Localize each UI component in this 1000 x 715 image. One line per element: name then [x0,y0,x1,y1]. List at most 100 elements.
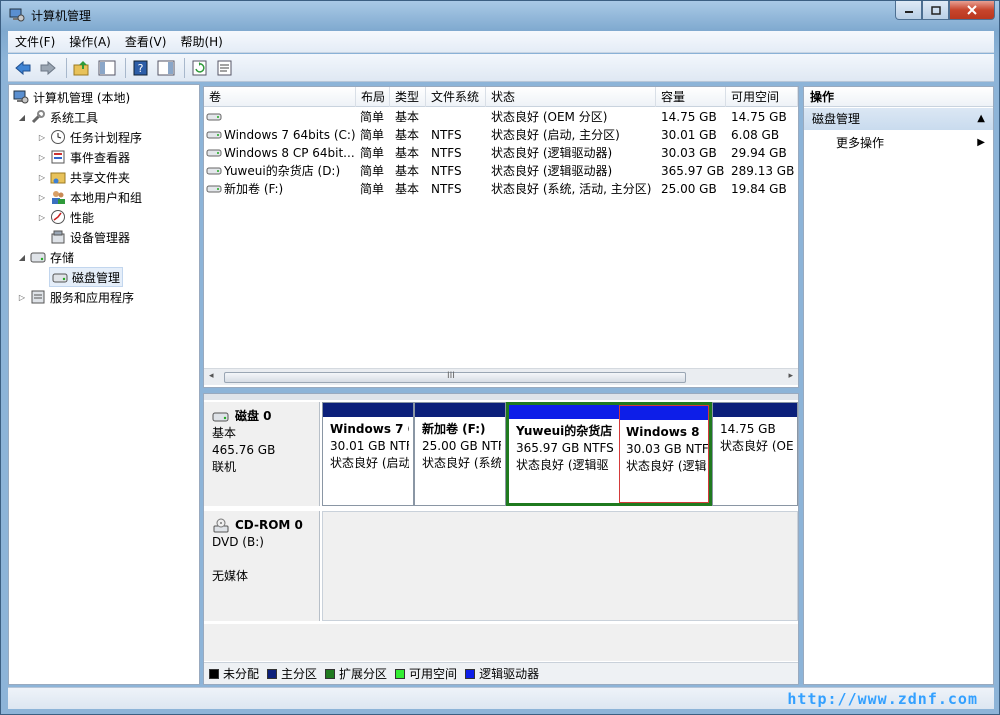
column-header-capacity[interactable]: 容量 [656,87,726,107]
tree-item-event-viewer[interactable]: ▷ 事件查看器 [37,147,130,167]
partition-f[interactable]: 新加卷 (F:) 25.00 GB NTFS 状态良好 (系统 [414,402,506,506]
table-row[interactable]: Yuweui的杂货店 (D:) 简单 基本 NTFS 状态良好 (逻辑驱动器) 365.9… [204,162,798,180]
menu-file[interactable]: 文件(F) [8,31,62,53]
legend-swatch [325,668,336,679]
toolbar: ? [8,54,994,82]
minimize-button[interactable] [895,1,922,20]
actions-header: 操作 [804,87,993,107]
column-header-status[interactable]: 状态 [486,87,656,107]
back-button[interactable] [12,57,34,79]
partition-size: 30.01 GB NTFS [330,439,409,453]
tree-item-services-apps[interactable]: ▷ 服务和应用程序 [17,287,134,307]
properties-button[interactable] [214,57,236,79]
table-cell: 14.75 GB [661,110,717,124]
volume-list-header: 卷 布局 类型 文件系统 状态 容量 可用空间 [204,87,798,107]
cdrom0-media-area[interactable] [322,511,798,621]
volume-icon [206,113,222,121]
collapse-up-icon[interactable]: ▲ [977,108,985,130]
table-cell: 简单 [360,164,385,178]
help-button[interactable]: ? [130,57,152,79]
menu-action[interactable]: 操作(A) [62,31,118,53]
tree-label: 共享文件夹 [70,170,131,185]
legend-swatch [395,668,406,679]
collapsed-arrow-icon[interactable]: ▷ [37,132,47,142]
tree-label: 性能 [70,210,95,225]
column-header-filesystem[interactable]: 文件系统 [426,87,486,107]
table-cell: 状态良好 (启动, 主分区) [491,128,620,142]
collapsed-arrow-icon[interactable]: ▷ [37,172,47,182]
collapsed-arrow-icon[interactable]: ▷ [37,212,47,222]
collapsed-arrow-icon[interactable]: ▷ [37,192,47,202]
tree-item-device-manager[interactable]: 设备管理器 [50,227,130,247]
properties-icon [217,60,232,75]
expanded-arrow-icon[interactable]: ◢ [17,252,27,262]
toolbar-separator [66,57,67,78]
refresh-button[interactable] [189,57,211,79]
column-header-volume[interactable]: 卷 [204,87,356,107]
menu-help[interactable]: 帮助(H) [173,31,229,53]
table-cell: 14.75 GB [731,110,787,124]
tree-item-shared-folders[interactable]: ▷ 共享文件夹 [37,167,130,187]
close-button[interactable] [949,1,995,20]
extended-partition: Yuweui的杂货店 365.97 GB NTFS 状态良好 (逻辑驱 Wind… [506,402,712,506]
partition-windows8[interactable]: Windows 8 30.03 GB NTFS 状态良好 (逻辑 [619,405,709,503]
tree-item-disk-management[interactable]: 磁盘管理 [49,267,124,287]
tree-label: 设备管理器 [70,230,131,245]
tree-root[interactable]: 计算机管理 (本地) [13,87,130,107]
users-icon [52,191,65,204]
table-cell [224,108,356,126]
scrollbar-thumb[interactable]: III [224,371,686,383]
tree-item-task-scheduler[interactable]: ▷ 任务计划程序 [37,127,142,147]
tools-icon [31,110,45,124]
column-header-free-space[interactable]: 可用空间 [726,87,798,107]
column-header-type[interactable]: 类型 [390,87,426,107]
partition-status: 状态良好 (启动 [330,456,409,470]
device-manager-icon [51,230,65,244]
partition-c[interactable]: Windows 7 6 30.01 GB NTFS 状态良好 (启动 [322,402,414,506]
disk0-info[interactable]: 磁盘 0 基本 465.76 GB 联机 [204,402,320,506]
cdrom0-info[interactable]: CD-ROM 0 DVD (B:) 无媒体 [204,511,320,621]
up-one-level-button[interactable] [71,57,93,79]
title-bar[interactable]: 计算机管理 [1,1,1000,29]
menu-view[interactable]: 查看(V) [118,31,174,53]
show-hide-tree-button[interactable] [96,57,118,79]
scroll-left-icon[interactable]: ◂ [209,371,214,381]
table-row[interactable]: 新加卷 (F:) 简单 基本 NTFS 状态良好 (系统, 活动, 主分区) 25.00 … [204,180,798,198]
legend-primary: 主分区 [267,665,317,682]
tree-item-storage[interactable]: ◢ 存储 [17,247,74,267]
table-cell: 简单 [360,110,385,124]
disk-map-empty-area [204,624,798,661]
more-actions-item[interactable]: 更多操作 ▶ [804,133,993,153]
maximize-button[interactable] [922,1,949,20]
tree-item-performance[interactable]: ▷ 性能 [37,207,94,227]
table-row[interactable]: Windows 8 CP 64bit... 简单 基本 NTFS 状态良好 (逻辑驱动器… [204,144,798,162]
show-hide-action-pane-button[interactable] [155,57,177,79]
svg-text:?: ? [138,62,144,75]
horizontal-scrollbar[interactable]: ◂ III ▸ [204,368,798,385]
table-cell: 状态良好 (系统, 活动, 主分区) [491,182,652,196]
expanded-arrow-icon[interactable]: ◢ [17,112,27,122]
window-title: 计算机管理 [31,9,92,23]
partition-oem[interactable]: 14.75 GB 状态良好 (OEM [712,402,798,506]
table-cell: Windows 7 64bits (C:) [224,128,356,142]
disk-management-icon [52,273,68,283]
forward-button[interactable] [37,57,59,79]
table-row[interactable]: Windows 7 64bits (C:) 简单 基本 NTFS 状态良好 (启动, 主… [204,126,798,144]
table-cell: 基本 [395,182,420,196]
column-header-layout[interactable]: 布局 [356,87,390,107]
scroll-right-icon[interactable]: ▸ [788,371,793,381]
partition-d[interactable]: Yuweui的杂货店 365.97 GB NTFS 状态良好 (逻辑驱 [509,405,619,503]
maximize-icon [930,5,941,15]
collapsed-arrow-icon[interactable]: ▷ [17,292,27,302]
tree-label: 存储 [50,250,75,265]
action-pane-icon [157,60,175,75]
volume-icon [206,131,222,139]
partition-status: 状态良好 (逻辑 [626,459,707,473]
actions-section-disk-management[interactable]: 磁盘管理 ▲ [804,108,993,130]
tree-item-local-users[interactable]: ▷ 本地用户和组 [37,187,142,207]
partition-bar [713,403,797,417]
tree-item-system-tools[interactable]: ◢ 系统工具 [17,107,98,127]
partition-bar [415,403,505,417]
collapsed-arrow-icon[interactable]: ▷ [37,152,47,162]
table-row[interactable]: 简单 基本 状态良好 (OEM 分区) 14.75 GB 14.75 GB [204,108,798,126]
